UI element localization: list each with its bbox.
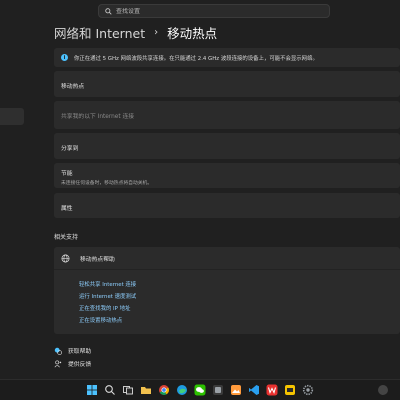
windows-start-icon[interactable] xyxy=(86,384,98,396)
search-icon[interactable] xyxy=(104,384,116,396)
help-link-find-ip[interactable]: 正在查找我的 IP 地址 xyxy=(79,303,136,315)
edge-icon[interactable] xyxy=(176,384,188,396)
power-saving-row[interactable]: 节能 未连接任何设备时，移动热点将自动关机。 xyxy=(54,163,400,188)
share-connection-row[interactable]: 共享我的以下 Internet 连接 xyxy=(54,101,400,129)
get-help-link[interactable]: 获取帮助 xyxy=(54,346,91,355)
share-over-row[interactable]: 分享到 xyxy=(54,133,400,159)
feedback-link[interactable]: 提供反馈 xyxy=(54,359,91,368)
power-saving-description: 未连接任何设备时，移动热点将自动关机。 xyxy=(61,181,153,186)
wechat-icon[interactable] xyxy=(194,384,206,396)
help-icon xyxy=(54,347,62,355)
breadcrumb: 网络和 Internet › 移动热点 xyxy=(54,22,217,42)
help-link-speed-test[interactable]: 运行 Internet 速度测试 xyxy=(79,291,136,303)
share-over-label: 分享到 xyxy=(61,146,79,152)
globe-icon xyxy=(61,254,70,262)
task-view-icon[interactable] xyxy=(122,384,134,396)
settings-search-box[interactable] xyxy=(98,4,330,18)
search-icon xyxy=(105,7,112,15)
chevron-right-icon: › xyxy=(154,26,159,38)
app-icon[interactable] xyxy=(212,384,224,396)
properties-row[interactable]: 属性 xyxy=(54,193,400,218)
help-link-share-internet[interactable]: 轻松共享 Internet 连接 xyxy=(79,279,136,291)
hotspot-help-header[interactable]: 移动热点帮助 xyxy=(54,247,400,269)
hotspot-toggle-row[interactable]: 移动热点 xyxy=(54,71,400,97)
chrome-icon[interactable] xyxy=(158,384,170,396)
wps-icon[interactable] xyxy=(266,384,278,396)
hotspot-help-card: 移动热点帮助 轻松共享 Internet 连接 运行 Internet 速度测试… xyxy=(54,247,400,334)
info-banner: i 你正在通过 5 GHz 网络波段共享连接。在只能通过 2.4 GHz 波段连… xyxy=(54,48,400,67)
sidebar-selected-item[interactable] xyxy=(0,108,24,125)
help-link-setup-hotspot[interactable]: 正在设置移动热点 xyxy=(79,315,136,327)
photos-icon[interactable] xyxy=(230,384,242,396)
get-help-label: 获取帮助 xyxy=(68,349,92,355)
breadcrumb-parent[interactable]: 网络和 Internet xyxy=(54,23,145,42)
related-support-heading: 相关支持 xyxy=(54,234,79,241)
taskbar xyxy=(0,379,400,400)
feedback-icon xyxy=(54,359,62,367)
page-title: 移动热点 xyxy=(167,25,218,41)
hotspot-label: 移动热点 xyxy=(61,84,85,90)
system-tray-icon[interactable] xyxy=(378,385,388,395)
power-saving-label: 节能 xyxy=(61,171,73,177)
share-from-label: 共享我的以下 Internet 连接 xyxy=(61,114,135,120)
vscode-icon[interactable] xyxy=(248,384,260,396)
app-yellow-icon[interactable] xyxy=(284,384,296,396)
hotspot-help-title: 移动热点帮助 xyxy=(80,256,115,263)
properties-label: 属性 xyxy=(61,206,73,212)
info-icon: i xyxy=(61,54,68,61)
file-explorer-icon[interactable] xyxy=(140,384,152,396)
help-links-list: 轻松共享 Internet 连接 运行 Internet 速度测试 正在查找我的… xyxy=(79,279,136,327)
search-input[interactable] xyxy=(116,7,316,15)
divider xyxy=(54,269,400,270)
settings-icon[interactable] xyxy=(302,384,314,396)
info-text: 你正在通过 5 GHz 网络波段共享连接。在只能通过 2.4 GHz 波段连接的… xyxy=(74,55,318,62)
feedback-label: 提供反馈 xyxy=(68,362,92,368)
